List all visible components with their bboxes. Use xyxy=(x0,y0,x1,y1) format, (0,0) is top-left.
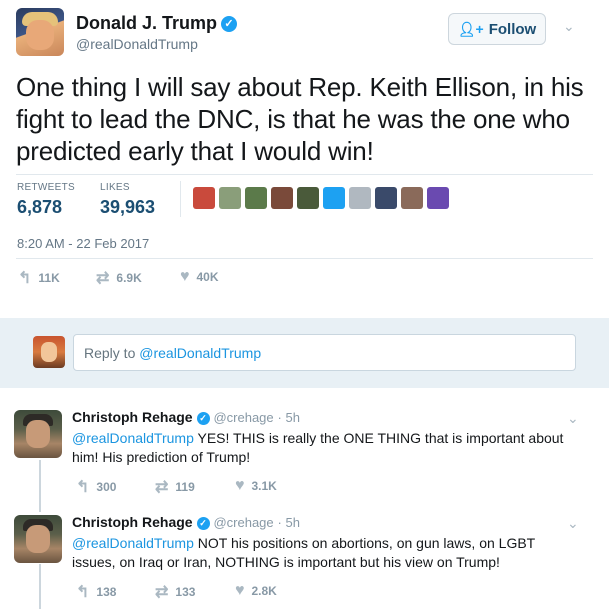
likes-stat[interactable]: LIKES 39,963 xyxy=(100,182,155,218)
reply-count: 138 xyxy=(96,585,117,599)
verified-icon: ✓ xyxy=(196,412,210,425)
reply-mention[interactable]: @realDonaldTrump xyxy=(72,535,194,551)
like-count: 40K xyxy=(196,270,219,284)
chevron-down-icon[interactable]: ⌄ xyxy=(567,410,579,427)
reply-text: @realDonaldTrump NOT his positions on ab… xyxy=(72,534,572,572)
retweet-action[interactable]: ⇄ 119 xyxy=(155,477,195,497)
heart-icon: ♥ xyxy=(235,477,245,494)
author-handle[interactable]: @realDonaldTrump xyxy=(76,36,198,52)
liker-avatar[interactable] xyxy=(375,187,397,209)
reply-handle[interactable]: @crehage xyxy=(213,410,273,425)
reply-action[interactable]: ↰ 300 xyxy=(76,477,116,497)
likes-count: 39,963 xyxy=(100,197,156,217)
reply-author-name[interactable]: Christoph Rehage xyxy=(72,514,193,530)
liker-avatar[interactable] xyxy=(271,187,293,209)
author-name-row[interactable]: Donald J. Trump ✓ xyxy=(76,13,238,34)
current-user-avatar xyxy=(33,336,65,368)
retweets-label: RETWEETS xyxy=(17,182,75,193)
like-action[interactable]: ♥ 2.8K xyxy=(235,582,277,600)
verified-icon: ✓ xyxy=(221,16,238,32)
retweet-count: 119 xyxy=(175,480,195,494)
reply-time[interactable]: · 5h xyxy=(278,515,300,530)
liker-avatar[interactable] xyxy=(401,187,423,209)
reply-action[interactable]: ↰ 11K xyxy=(18,268,60,288)
reply-count: 11K xyxy=(38,271,60,285)
liker-avatar[interactable] xyxy=(349,187,371,209)
retweet-action[interactable]: ⇄ 133 xyxy=(155,582,195,602)
divider xyxy=(16,174,593,175)
reply-author-name[interactable]: Christoph Rehage xyxy=(72,409,193,425)
like-action[interactable]: ♥ 40K xyxy=(180,268,219,286)
heart-icon: ♥ xyxy=(235,582,245,599)
reply-avatar[interactable] xyxy=(14,515,62,563)
like-action[interactable]: ♥ 3.1K xyxy=(235,477,277,495)
retweet-count: 133 xyxy=(175,585,196,599)
reply-author-row[interactable]: Christoph Rehage ✓ @crehage · 5h xyxy=(72,409,300,425)
divider xyxy=(180,181,181,217)
follow-button[interactable]: 👤︎+ Follow xyxy=(448,13,546,45)
follow-icon: 👤︎+ xyxy=(457,20,484,37)
thread-line xyxy=(39,460,41,512)
heart-icon: ♥ xyxy=(180,268,190,285)
thread-line xyxy=(39,564,41,609)
chevron-down-icon[interactable]: ⌄ xyxy=(567,515,579,532)
verified-icon: ✓ xyxy=(196,517,210,530)
retweet-icon: ⇄ xyxy=(96,270,110,287)
liker-avatar[interactable] xyxy=(219,187,241,209)
reply-author-row[interactable]: Christoph Rehage ✓ @crehage · 5h xyxy=(72,514,300,530)
divider xyxy=(16,258,593,259)
author-name[interactable]: Donald J. Trump xyxy=(76,13,217,33)
retweet-icon: ⇄ xyxy=(155,479,169,496)
reply-text: @realDonaldTrump YES! THIS is really the… xyxy=(72,429,572,467)
reply-avatar[interactable] xyxy=(14,410,62,458)
chevron-down-icon[interactable]: ⌄ xyxy=(563,18,575,35)
retweet-action[interactable]: ⇄ 6.9K xyxy=(96,268,142,288)
reply-icon: ↰ xyxy=(76,584,90,601)
likes-label: LIKES xyxy=(100,182,130,193)
like-count: 3.1K xyxy=(251,479,277,493)
reply-input[interactable]: Reply to @realDonaldTrump xyxy=(73,334,576,371)
reply-mention: @realDonaldTrump xyxy=(139,344,262,361)
reply-prefix: Reply to xyxy=(84,344,136,361)
reply-handle[interactable]: @crehage xyxy=(213,515,273,530)
liker-avatar[interactable] xyxy=(245,187,267,209)
liker-avatar[interactable] xyxy=(297,187,319,209)
reply-mention[interactable]: @realDonaldTrump xyxy=(72,430,194,446)
liker-avatar[interactable] xyxy=(427,187,449,209)
reply-count: 300 xyxy=(96,480,117,494)
liker-avatar[interactable] xyxy=(193,187,215,209)
like-count: 2.8K xyxy=(251,584,277,598)
reply-action[interactable]: ↰ 138 xyxy=(76,582,116,602)
reply-icon: ↰ xyxy=(76,479,90,496)
follow-label: Follow xyxy=(488,20,537,38)
tweet-text: One thing I will say about Rep. Keith El… xyxy=(16,72,584,166)
retweets-count: 6,878 xyxy=(17,197,63,217)
reply-icon: ↰ xyxy=(18,270,32,287)
reply-time[interactable]: · 5h xyxy=(278,410,300,425)
retweets-stat[interactable]: RETWEETS 6,878 xyxy=(17,182,75,218)
retweet-icon: ⇄ xyxy=(155,584,169,601)
liker-avatar[interactable] xyxy=(323,187,345,209)
author-avatar[interactable] xyxy=(16,8,64,56)
retweet-count: 6.9K xyxy=(116,271,142,285)
tweet-timestamp[interactable]: 8:20 AM - 22 Feb 2017 xyxy=(17,236,149,251)
